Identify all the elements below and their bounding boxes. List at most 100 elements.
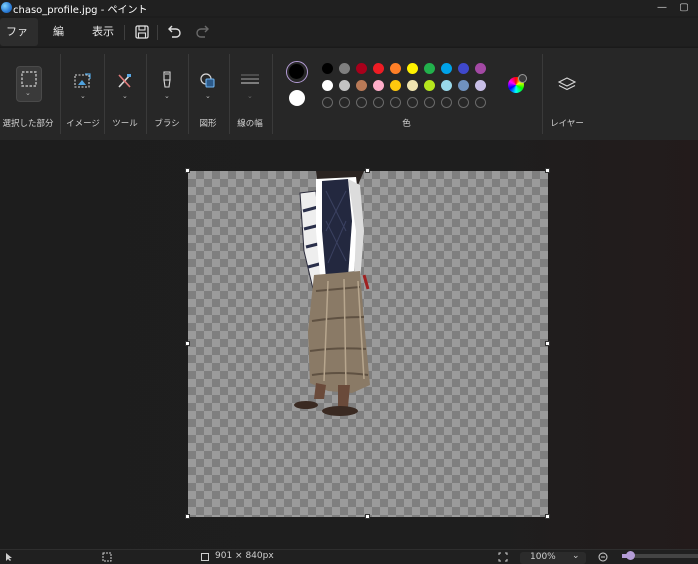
color-wheel-icon[interactable]	[508, 74, 527, 93]
chevron-down-icon: ⌄	[572, 551, 580, 561]
empty-color-slot[interactable]	[475, 97, 486, 108]
menu-view[interactable]: 表示	[86, 18, 120, 46]
chevron-down-icon: ⌄	[164, 92, 170, 100]
empty-color-slot[interactable]	[407, 97, 418, 108]
group-label-line-width: 線の幅	[237, 119, 263, 129]
color-swatch[interactable]	[424, 80, 435, 91]
menu-separator	[124, 25, 125, 40]
color-swatch[interactable]	[373, 80, 384, 91]
ribbon-group-colors: 色	[274, 48, 539, 140]
color-swatch-grid	[322, 63, 492, 109]
secondary-color-swatch[interactable]	[289, 90, 305, 106]
color-swatch[interactable]	[475, 63, 486, 74]
color-swatch[interactable]	[424, 63, 435, 74]
zoom-out-icon[interactable]	[598, 552, 608, 562]
image-size-icon	[201, 553, 209, 561]
primary-color-ring[interactable]	[286, 61, 308, 83]
color-swatch[interactable]	[322, 80, 333, 91]
color-swatch[interactable]	[373, 63, 384, 74]
image-size-text: 901 × 840px	[215, 551, 274, 561]
resize-handle[interactable]	[185, 341, 190, 346]
selection-size-icon	[102, 552, 112, 562]
tools-icon	[118, 74, 131, 88]
chevron-down-icon: ⌄	[247, 92, 253, 100]
resize-handle[interactable]	[545, 514, 550, 519]
color-swatch[interactable]	[441, 80, 452, 91]
ribbon-toolbar: ⌄ 選択した部分 ⌄ イメージ ⌄ ツール ⌄ ブラシ ⌄ 図形 ⌄ 線の幅 色…	[0, 47, 698, 141]
zoom-level: 100%	[530, 552, 556, 562]
color-swatch[interactable]	[458, 80, 469, 91]
chevron-down-icon: ⌄	[25, 89, 31, 97]
ribbon-separator	[229, 54, 230, 134]
primary-color-swatch	[289, 64, 304, 79]
ribbon-group-shapes[interactable]: ⌄ 図形	[190, 48, 226, 140]
brush-icon	[163, 71, 171, 88]
minimize-icon[interactable]: —	[654, 0, 670, 16]
resize-handle[interactable]	[545, 168, 550, 173]
empty-color-slot[interactable]	[339, 97, 350, 108]
menu-edit[interactable]: 編集	[47, 18, 77, 66]
undo-icon[interactable]	[165, 23, 183, 41]
ribbon-group-line-width[interactable]: ⌄ 線の幅	[231, 48, 269, 140]
menu-file[interactable]: ファイル	[0, 18, 38, 66]
ribbon-group-image[interactable]: ⌄ イメージ	[64, 48, 102, 140]
resize-handle[interactable]	[545, 341, 550, 346]
empty-color-slot[interactable]	[458, 97, 469, 108]
zoom-dropdown[interactable]: 100% ⌄	[520, 551, 586, 564]
maximize-icon[interactable]: ▢	[676, 0, 692, 16]
color-swatch[interactable]	[407, 63, 418, 74]
add-color-icon	[518, 74, 527, 83]
selection-icon	[21, 71, 37, 87]
ribbon-group-selection[interactable]: ⌄ 選択した部分	[0, 48, 56, 140]
zoom-slider-thumb[interactable]	[626, 551, 635, 560]
resize-handle[interactable]	[185, 168, 190, 173]
zoom-slider[interactable]	[622, 551, 698, 560]
empty-color-slot[interactable]	[373, 97, 384, 108]
group-label-selection: 選択した部分	[2, 119, 54, 129]
title-bar: chaso_profile.jpg - ペイント — ▢	[0, 0, 698, 16]
color-swatch[interactable]	[458, 63, 469, 74]
color-swatch[interactable]	[441, 63, 452, 74]
ribbon-separator	[146, 54, 147, 134]
color-swatch[interactable]	[356, 80, 367, 91]
group-label-colors: 色	[402, 119, 411, 129]
color-swatch[interactable]	[356, 63, 367, 74]
empty-color-slot[interactable]	[424, 97, 435, 108]
image-canvas[interactable]	[188, 171, 548, 517]
person-cutout-image	[294, 171, 370, 416]
resize-handle[interactable]	[185, 514, 190, 519]
ribbon-separator	[104, 54, 105, 134]
ribbon-separator	[60, 54, 61, 134]
empty-color-slot[interactable]	[322, 97, 333, 108]
empty-color-slot[interactable]	[441, 97, 452, 108]
redo-icon[interactable]	[194, 23, 212, 41]
shapes-icon	[200, 73, 215, 88]
color-swatch[interactable]	[322, 63, 333, 74]
group-label-tools: ツール	[112, 119, 138, 129]
resize-handle[interactable]	[365, 514, 370, 519]
color-swatch[interactable]	[407, 80, 418, 91]
window-title: chaso_profile.jpg - ペイント	[13, 5, 148, 16]
ribbon-group-layers[interactable]: レイヤー	[545, 48, 589, 140]
color-swatch[interactable]	[475, 80, 486, 91]
color-swatch[interactable]	[339, 80, 350, 91]
save-icon[interactable]	[133, 23, 151, 41]
selection-button[interactable]: ⌄	[16, 66, 42, 102]
pointer-icon	[6, 553, 12, 561]
fit-to-window-icon[interactable]	[498, 552, 508, 562]
empty-color-slot[interactable]	[390, 97, 401, 108]
chevron-down-icon: ⌄	[80, 92, 86, 100]
ribbon-group-tools[interactable]: ⌄ ツール	[107, 48, 143, 140]
status-bar: 901 × 840px 100% ⌄	[0, 549, 698, 564]
color-swatch[interactable]	[390, 63, 401, 74]
ribbon-separator	[542, 54, 543, 134]
color-swatch[interactable]	[339, 63, 350, 74]
layers-icon	[557, 77, 577, 91]
group-label-layers: レイヤー	[550, 119, 584, 129]
ribbon-group-brush[interactable]: ⌄ ブラシ	[149, 48, 185, 140]
color-swatch[interactable]	[390, 80, 401, 91]
resize-handle[interactable]	[365, 168, 370, 173]
empty-color-slot[interactable]	[356, 97, 367, 108]
line-width-icon	[241, 74, 259, 84]
ribbon-separator	[272, 54, 273, 134]
